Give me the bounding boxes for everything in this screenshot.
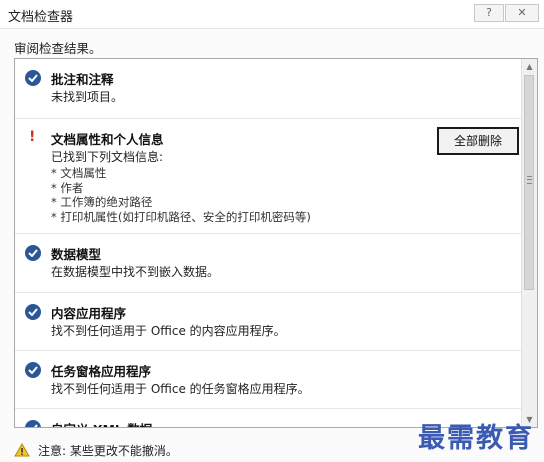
- item-title: 数据模型: [51, 247, 102, 262]
- found-info-item: * 文档属性: [51, 166, 107, 180]
- item-description: 找不到任何适用于 Office 的任务窗格应用程序。: [51, 382, 310, 396]
- status-ok: [25, 420, 41, 427]
- item-title: 批注和注释: [51, 72, 114, 87]
- title-bar: 文档检查器 ? ✕: [0, 0, 544, 29]
- scrollbar-thumb[interactable]: [524, 75, 534, 290]
- item-title: 内容应用程序: [51, 306, 127, 321]
- warning-exclamation-icon: !: [29, 129, 36, 145]
- status-ok: [25, 304, 41, 320]
- check-icon: [25, 362, 41, 378]
- list-item: ! 文档属性和个人信息 已找到下列文档信息: * 文档属性 * 作者 * 工作簿…: [15, 119, 523, 234]
- list-item: 数据模型 在数据模型中找不到嵌入数据。: [15, 234, 523, 293]
- found-info-list: * 文档属性 * 作者 * 工作簿的绝对路径 * 打印机属性(如打印机路径、安全…: [51, 166, 311, 224]
- found-info-item: * 作者: [51, 180, 84, 195]
- remove-all-button[interactable]: 全部删除: [437, 127, 519, 155]
- check-icon: [25, 70, 41, 86]
- item-description: 找不到任何适用于 Office 的内容应用程序。: [51, 324, 286, 338]
- check-icon: [25, 304, 41, 320]
- watermark-logo: 最需教育: [418, 423, 534, 454]
- window-title: 文档检查器: [8, 10, 74, 25]
- check-icon: [25, 245, 41, 261]
- list-item: 内容应用程序 找不到任何适用于 Office 的内容应用程序。: [15, 293, 523, 351]
- footer-note: 注意: 某些更改不能撤消。: [38, 444, 178, 458]
- found-info-item: * 打印机属性(如打印机路径、安全的打印机密码等): [51, 209, 311, 224]
- status-ok: [25, 362, 41, 378]
- item-description: 在数据模型中找不到嵌入数据。: [51, 265, 220, 279]
- item-title: 文档属性和个人信息: [51, 132, 164, 147]
- grip-icon: [527, 176, 532, 184]
- list-item: 批注和注释 未找到项目。: [15, 59, 523, 119]
- list-item: 任务窗格应用程序 找不到任何适用于 Office 的任务窗格应用程序。: [15, 351, 523, 409]
- found-info-item: * 工作簿的绝对路径: [51, 195, 153, 210]
- close-button[interactable]: ✕: [505, 4, 539, 22]
- item-title: 自定义 XML 数据: [51, 419, 152, 427]
- item-description: 未找到项目。: [51, 90, 124, 104]
- results-panel: 批注和注释 未找到项目。 ! 文档属性和个人信息 已找到下列文档信息: * 文档…: [14, 58, 538, 428]
- item-description: 已找到下列文档信息:: [51, 150, 164, 164]
- subtitle: 审阅检查结果。: [14, 41, 102, 56]
- help-button[interactable]: ?: [474, 4, 504, 22]
- vertical-scrollbar[interactable]: ▲ ▼: [521, 59, 537, 427]
- warning-triangle-icon: [14, 442, 30, 461]
- item-title: 任务窗格应用程序: [51, 364, 152, 379]
- check-icon: [25, 420, 41, 427]
- scroll-up-arrow-icon[interactable]: ▲: [522, 59, 537, 74]
- status-ok: [25, 70, 41, 86]
- status-ok: [25, 245, 41, 261]
